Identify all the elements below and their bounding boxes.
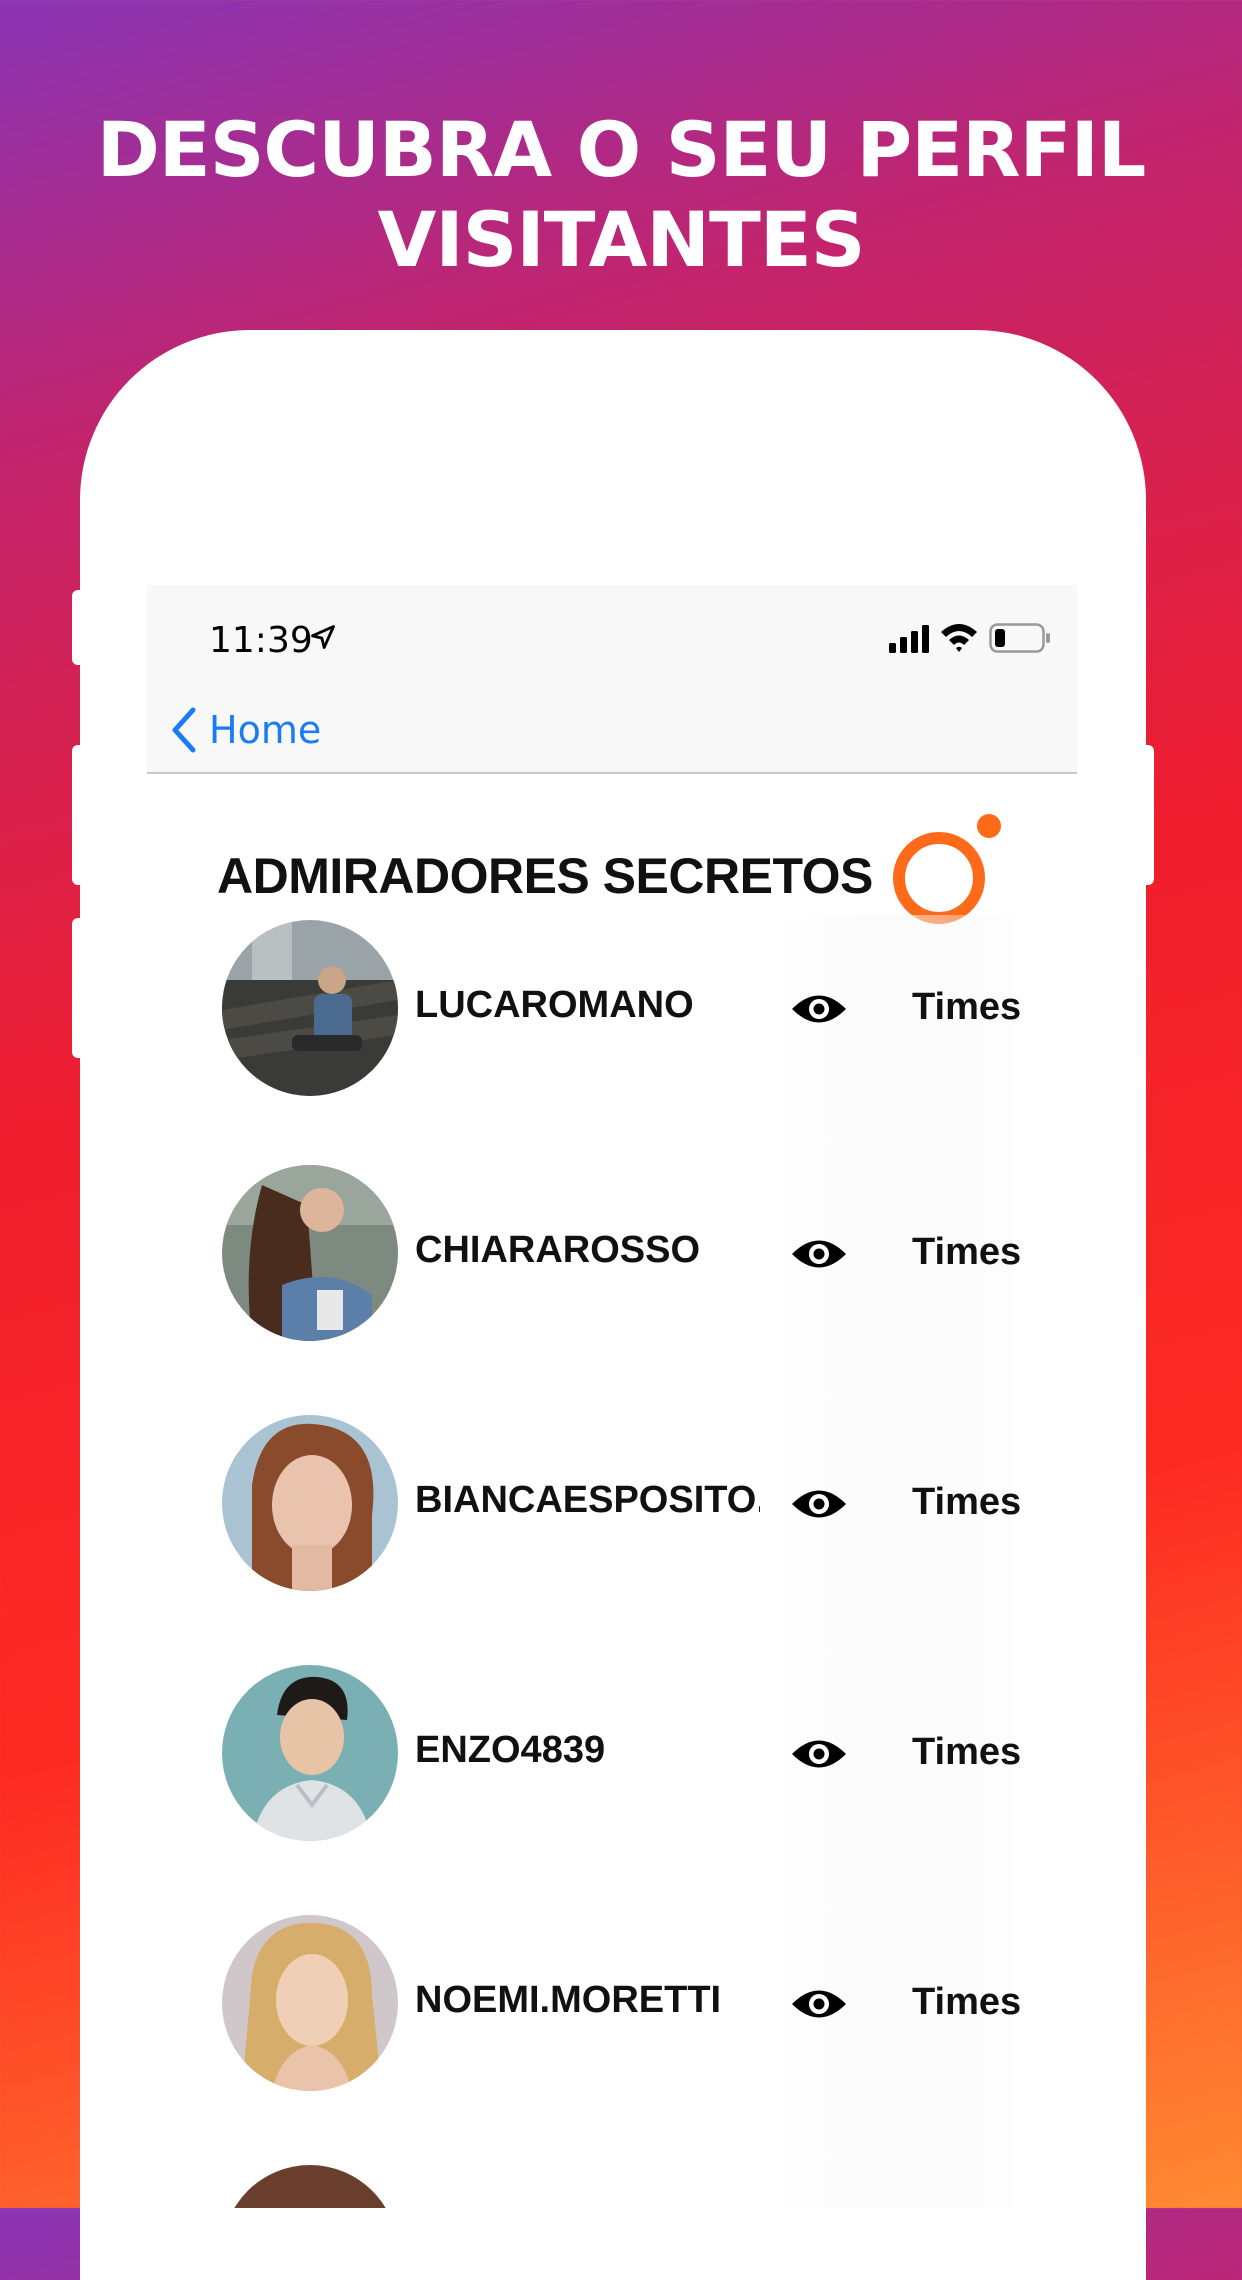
visitor-username: ENZO4839 [415,1729,606,1771]
back-button-label: Home [209,708,322,752]
eye-icon [792,1240,846,1268]
avatar [222,1165,398,1341]
battery-icon [989,623,1050,653]
avatar [222,1915,398,2091]
app-logo-icon [893,814,1001,924]
times-label: Times [912,1231,1022,1273]
list-item[interactable]: LUCAROMANO Times [147,920,1077,1110]
list-item[interactable]: ENZO4839 Times [147,1665,1077,1855]
avatar-photo [222,2165,398,2208]
wifi-icon [941,624,977,652]
status-bar: 11:39 [147,585,1077,690]
avatar [222,2165,398,2208]
signal-bars-icon [889,625,929,653]
visitor-username: BIANCAESPOSITO. [415,1479,760,1521]
app-screen: 11:39 Home ADMIRADORES SECRETOS LUCAROMA… [147,585,1077,2208]
promo-headline: DESCUBRA O SEU PERFIL VISITANTES [0,105,1242,285]
times-label: Times [912,1731,1022,1773]
visitor-username: CHIARAROSSO [415,1229,701,1271]
headline-line-2: VISITANTES [377,195,866,284]
avatar [222,1665,398,1841]
eye-icon [792,995,846,1023]
avatar-photo [222,1165,398,1341]
eye-icon [792,1490,846,1518]
visitor-username: LUCAROMANO [415,984,694,1026]
avatar-photo [222,920,398,1096]
avatar-photo [222,1415,398,1591]
visitor-username: NOEMI.MORETTI [415,1979,722,2021]
avatar-photo [222,1915,398,2091]
avatar [222,1415,398,1591]
eye-icon [792,1740,846,1768]
chevron-left-icon [172,707,196,753]
eye-icon [792,1990,846,2018]
list-item[interactable]: CHIARAROSSO Times [147,1165,1077,1355]
times-label: Times [912,1481,1022,1523]
navigation-bar: Home [147,690,1077,774]
location-arrow-icon [311,625,335,649]
times-label: Times [912,986,1022,1028]
avatar [222,920,398,1096]
list-item[interactable] [147,2165,1077,2208]
list-item[interactable]: BIANCAESPOSITO. Times [147,1415,1077,1605]
list-item[interactable]: NOEMI.MORETTI Times [147,1915,1077,2105]
section-title: ADMIRADORES SECRETOS [217,848,873,904]
back-button[interactable]: Home [169,702,321,758]
times-label: Times [912,1981,1022,2023]
status-time: 11:39 [209,620,313,661]
headline-line-1: DESCUBRA O SEU PERFIL [96,105,1147,194]
avatar-photo [222,1665,398,1841]
